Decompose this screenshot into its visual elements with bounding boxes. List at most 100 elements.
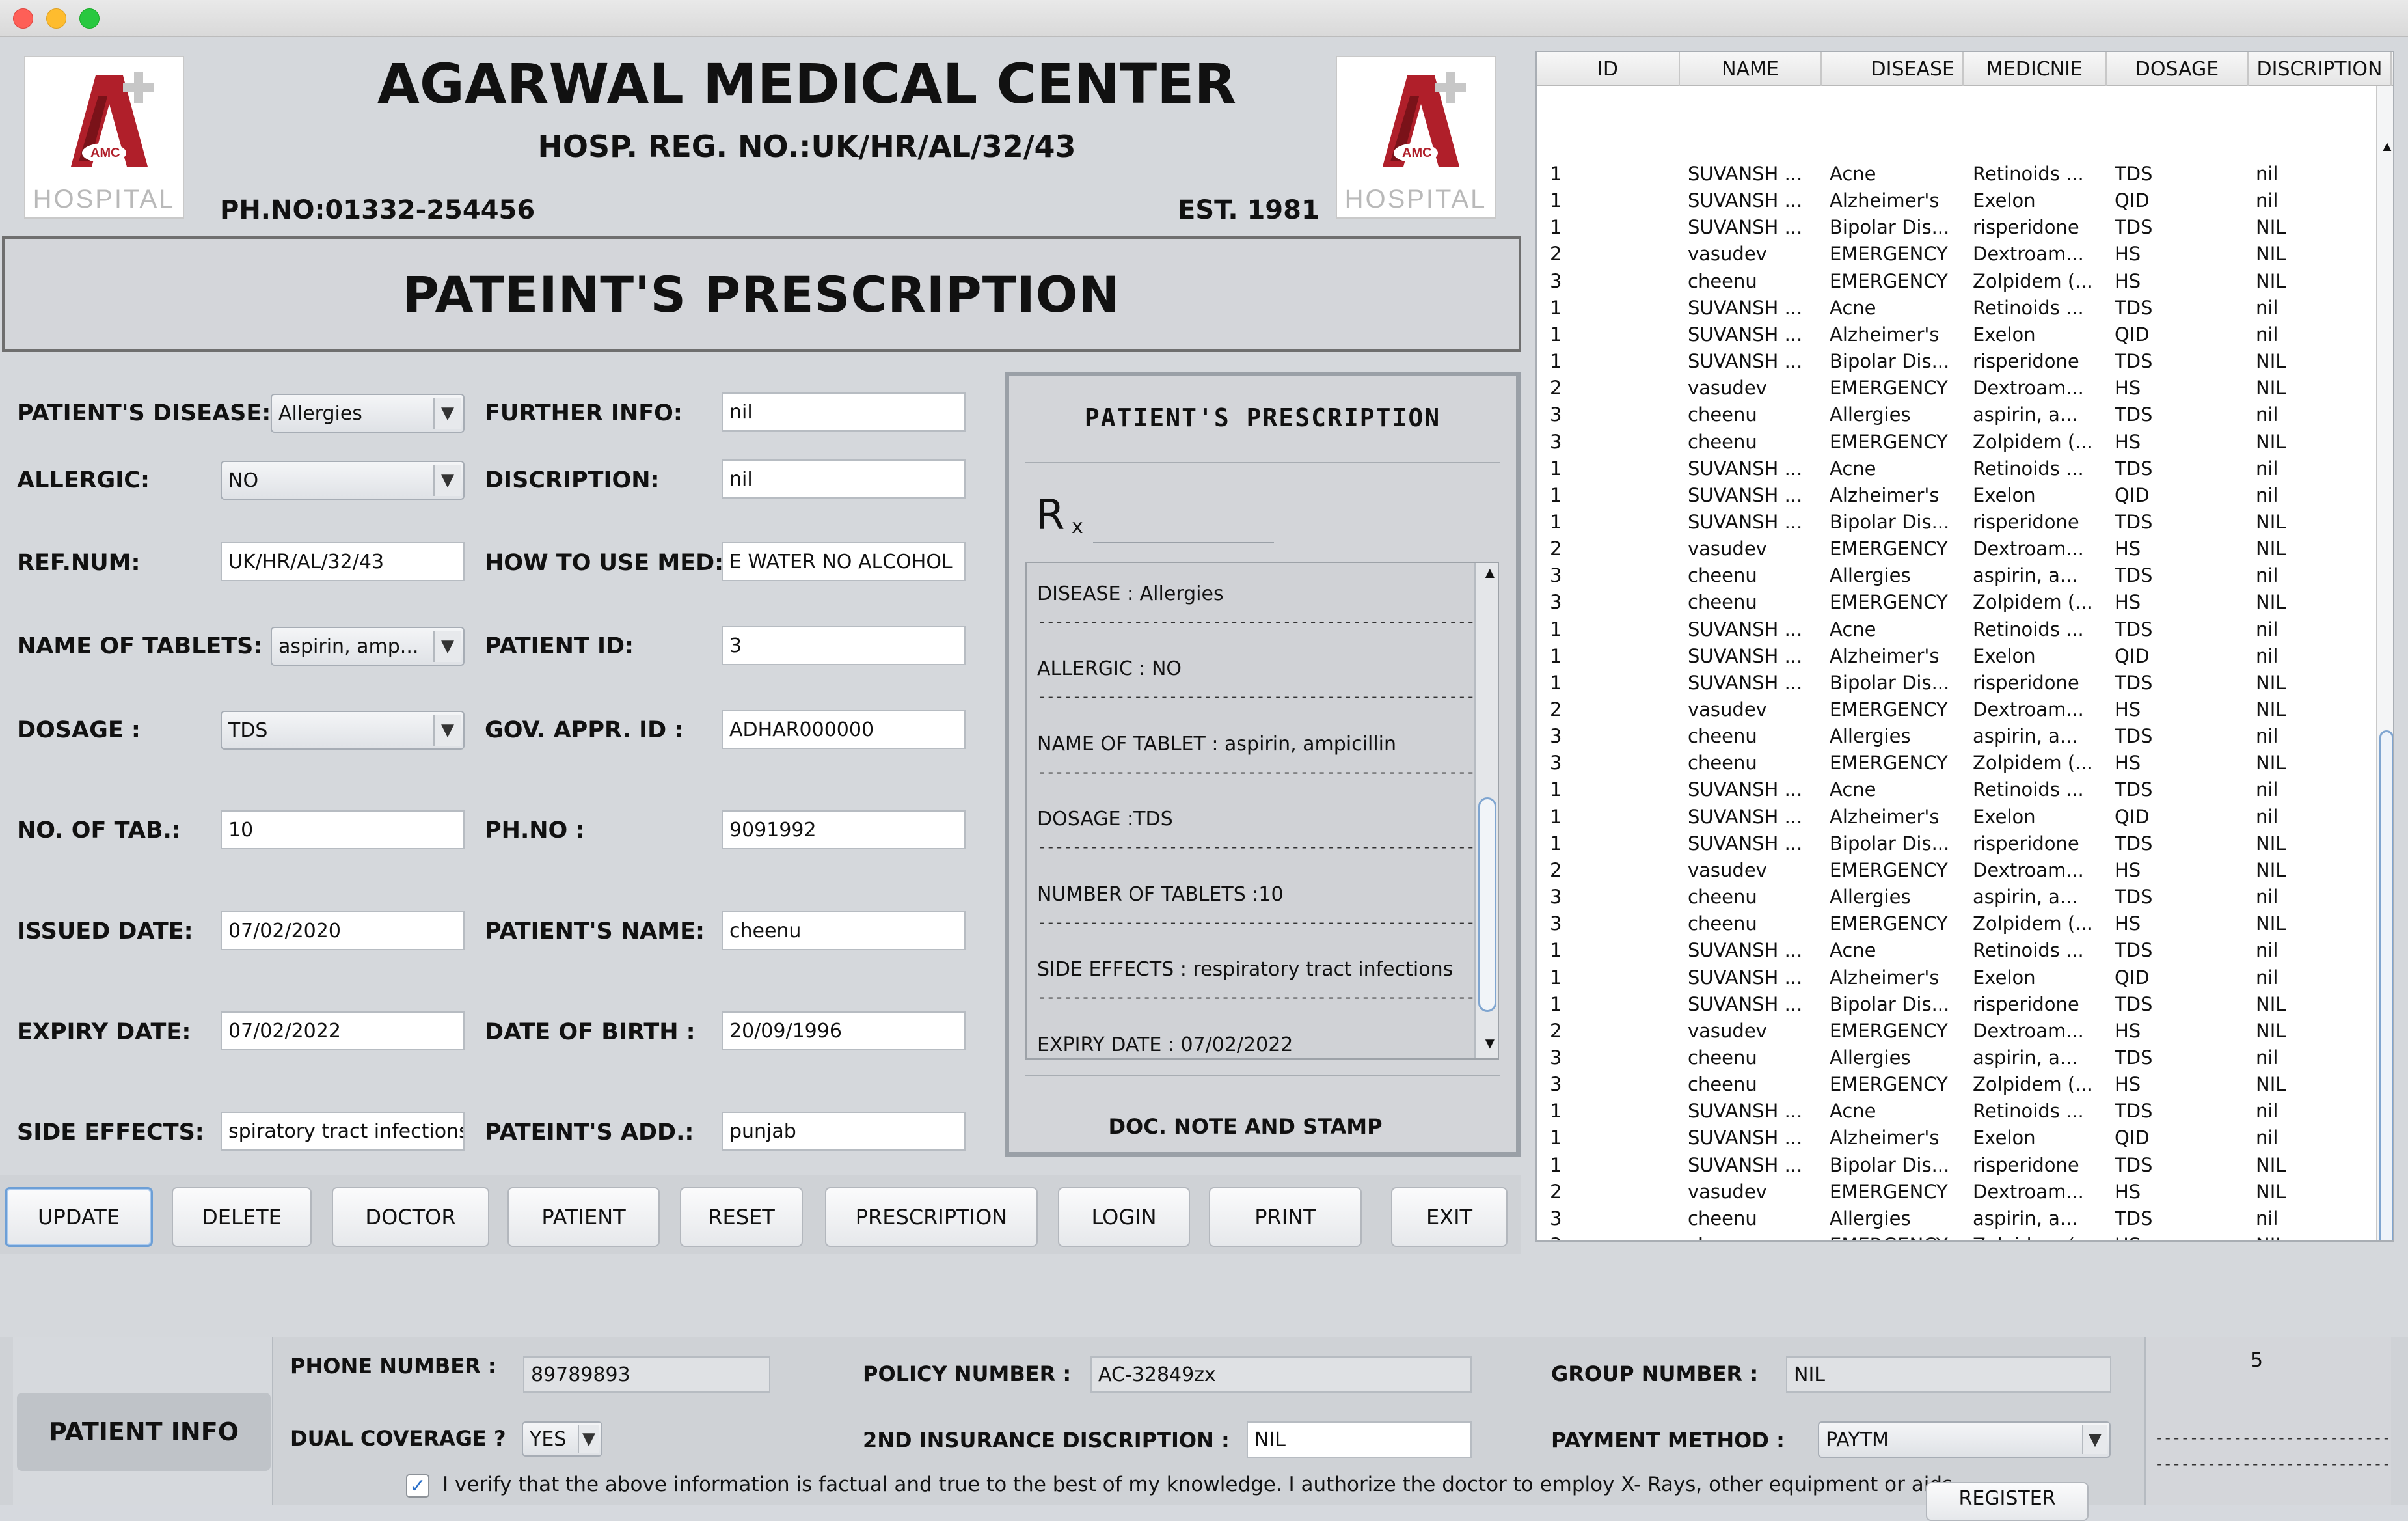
update-button[interactable]: UPDATE bbox=[5, 1187, 153, 1247]
login-button[interactable]: LOGIN bbox=[1058, 1187, 1190, 1247]
how-to-use-field[interactable]: E WATER NO ALCOHOL bbox=[722, 542, 966, 581]
patient-button[interactable]: PATIENT bbox=[507, 1187, 660, 1247]
table-row[interactable]: 1 SUVANSH ... Acne Retinoids ... TDS nil bbox=[1537, 1099, 2383, 1125]
issued-date-field[interactable]: 07/02/2020 bbox=[221, 911, 465, 950]
table-row[interactable]: 3 cheenu EMERGENCY Zolpidem (... HS NIL bbox=[1537, 911, 2383, 938]
patient-disease-select[interactable]: Allergies ▼ bbox=[271, 394, 465, 433]
table-row[interactable]: 3 cheenu EMERGENCY Zolpidem (... HS NIL bbox=[1537, 1072, 2383, 1099]
table-row[interactable]: 2 vasudev EMERGENCY Dextroam... HS NIL bbox=[1537, 1179, 2383, 1206]
table-row[interactable]: 1 SUVANSH ... Alzheimer's Exelon QID nil bbox=[1537, 1125, 2383, 1152]
table-row[interactable]: 3 cheenu Allergies aspirin, a... TDS nil bbox=[1537, 1206, 2383, 1233]
table-row[interactable]: 3 cheenu EMERGENCY Zolpidem (... HS NIL bbox=[1537, 590, 2383, 616]
table-row[interactable]: 1 SUVANSH ... Acne Retinoids ... TDS nil bbox=[1537, 456, 2383, 483]
tablets-select[interactable]: aspirin, amp... ▼ bbox=[271, 627, 465, 666]
dual-coverage-select[interactable]: YES ▼ bbox=[522, 1421, 602, 1457]
discription-field[interactable]: nil bbox=[722, 459, 966, 499]
table-row[interactable]: 1 SUVANSH ... Bipolar Dis... risperidone TDS… bbox=[1537, 670, 2383, 697]
patient-id-field[interactable]: 3 bbox=[722, 626, 966, 665]
table-row[interactable]: 1 SUVANSH ... Alzheimer's Exelon QID nil bbox=[1537, 188, 2383, 215]
table-row[interactable]: 1 SUVANSH ... Acne Retinoids ... TDS nil bbox=[1537, 777, 2383, 804]
table-row[interactable]: 1 SUVANSH ... Bipolar Dis... risperidone TDS… bbox=[1537, 1153, 2383, 1179]
table-row[interactable]: 2 vasudev EMERGENCY Dextroam... HS NIL bbox=[1537, 697, 2383, 724]
table-row[interactable]: 2 vasudev EMERGENCY Dextroam... HS NIL bbox=[1537, 858, 2383, 884]
records-table[interactable]: ID NAME DISEASE MEDICNIE DOSAGE DISCRIPT… bbox=[1535, 51, 2394, 1242]
table-row[interactable]: 2 vasudev EMERGENCY Dextroam... HS NIL bbox=[1537, 1019, 2383, 1045]
dob-field[interactable]: 20/09/1996 bbox=[722, 1011, 966, 1050]
register-button[interactable]: REGISTER bbox=[1926, 1482, 2089, 1521]
column-header-discription[interactable]: DISCRIPTION bbox=[2249, 52, 2392, 86]
table-row[interactable]: 1 SUVANSH ... Acne Retinoids ... TDS nil bbox=[1537, 938, 2383, 965]
group-number-field[interactable]: NIL bbox=[1786, 1356, 2111, 1393]
column-header-id[interactable]: ID bbox=[1537, 52, 1680, 86]
consent-checkbox[interactable]: ✓ bbox=[406, 1474, 429, 1498]
payment-method-select[interactable]: PAYTM ▼ bbox=[1818, 1421, 2111, 1458]
table-row[interactable]: 1 SUVANSH ... Alzheimer's Exelon QID nil bbox=[1537, 804, 2383, 831]
rx-line-disease: DISEASE : Allergies bbox=[1037, 582, 1224, 605]
doctor-button[interactable]: DOCTOR bbox=[332, 1187, 489, 1247]
table-row[interactable]: 1 SUVANSH ... Alzheimer's Exelon QID nil bbox=[1537, 965, 2383, 992]
phone-number-field[interactable]: 89789893 bbox=[523, 1356, 770, 1393]
expiry-date-field[interactable]: 07/02/2022 bbox=[221, 1011, 465, 1050]
second-insurance-field[interactable]: NIL bbox=[1247, 1421, 1472, 1458]
table-scrollbar[interactable]: ▲ ▼ bbox=[2376, 86, 2393, 1240]
delete-button[interactable]: DELETE bbox=[172, 1187, 312, 1247]
table-row[interactable]: 3 cheenu EMERGENCY Zolpidem (... HS NIL bbox=[1537, 430, 2383, 456]
table-cell: HS bbox=[2115, 858, 2141, 881]
exit-button[interactable]: EXIT bbox=[1391, 1187, 1508, 1247]
table-row[interactable]: 3 cheenu Allergies aspirin, a... TDS nil bbox=[1537, 884, 2383, 911]
minimize-window-button[interactable] bbox=[46, 8, 66, 29]
reset-button[interactable]: RESET bbox=[680, 1187, 803, 1247]
no-of-tablets-field[interactable]: 10 bbox=[221, 810, 465, 849]
column-header-medicine[interactable]: MEDICNIE bbox=[1964, 52, 2107, 86]
scroll-down-icon[interactable]: ▼ bbox=[1482, 1035, 1498, 1053]
prescription-button[interactable]: PRESCRIPTION bbox=[825, 1187, 1038, 1247]
table-row[interactable]: 2 vasudev EMERGENCY Dextroam... HS NIL bbox=[1537, 241, 2383, 268]
column-header-name[interactable]: NAME bbox=[1680, 52, 1822, 86]
scroll-up-icon[interactable]: ▲ bbox=[1482, 564, 1498, 582]
column-header-dosage[interactable]: DOSAGE bbox=[2107, 52, 2249, 86]
address-field[interactable]: punjab bbox=[722, 1112, 966, 1151]
table-row[interactable]: 3 cheenu Allergies aspirin, a... TDS nil bbox=[1537, 724, 2383, 750]
rx-scrollbar[interactable]: ▲ ▼ bbox=[1474, 563, 1498, 1058]
scroll-up-icon[interactable]: ▲ bbox=[2380, 138, 2393, 155]
table-row[interactable]: 1 SUVANSH ... Bipolar Dis... risperidone TDS… bbox=[1537, 349, 2383, 376]
table-cell: Exelon bbox=[1973, 323, 2036, 346]
table-row[interactable]: 3 cheenu EMERGENCY Zolpidem (... HS NIL bbox=[1537, 269, 2383, 295]
close-window-button[interactable] bbox=[13, 8, 33, 29]
dosage-select[interactable]: TDS ▼ bbox=[221, 711, 465, 750]
table-row[interactable]: 1 SUVANSH ... Bipolar Dis... risperidone TDS… bbox=[1537, 831, 2383, 858]
table-row[interactable]: 1 SUVANSH ... Acne Retinoids ... TDS nil bbox=[1537, 295, 2383, 322]
gov-id-field[interactable]: ADHAR000000 bbox=[722, 710, 966, 749]
policy-number-field[interactable]: AC-32849zx bbox=[1090, 1356, 1472, 1393]
prescription-text-area[interactable]: DISEASE : Allergies --------------------… bbox=[1025, 562, 1499, 1060]
table-row[interactable]: 1 SUVANSH ... Acne Retinoids ... TDS nil bbox=[1537, 617, 2383, 644]
patient-name-field[interactable]: cheenu bbox=[722, 911, 966, 950]
allergic-select[interactable]: NO ▼ bbox=[221, 461, 465, 500]
print-button[interactable]: PRINT bbox=[1209, 1187, 1362, 1247]
table-row[interactable]: 2 vasudev EMERGENCY Dextroam... HS NIL bbox=[1537, 376, 2383, 402]
further-info-field[interactable]: nil bbox=[722, 392, 966, 432]
table-scroll-thumb[interactable] bbox=[2379, 730, 2393, 1240]
table-row[interactable]: 2 vasudev EMERGENCY Dextroam... HS NIL bbox=[1537, 536, 2383, 563]
table-row[interactable]: 1 SUVANSH ... Bipolar Dis... risperidone TDS… bbox=[1537, 992, 2383, 1019]
table-row[interactable]: 3 cheenu EMERGENCY Zolpidem (... HS NIL bbox=[1537, 1233, 2383, 1240]
rx-scroll-thumb[interactable] bbox=[1478, 797, 1496, 1012]
table-row[interactable]: 1 SUVANSH ... Bipolar Dis... risperidone TDS… bbox=[1537, 510, 2383, 536]
table-row[interactable]: 3 cheenu Allergies aspirin, a... TDS nil bbox=[1537, 563, 2383, 590]
table-row[interactable]: 1 SUVANSH ... Alzheimer's Exelon QID nil bbox=[1537, 322, 2383, 349]
column-header-disease[interactable]: DISEASE bbox=[1822, 52, 1964, 86]
table-cell: TDS bbox=[2115, 457, 2153, 480]
table-row[interactable]: 3 cheenu Allergies aspirin, a... TDS nil bbox=[1537, 1045, 2383, 1072]
table-row[interactable]: 1 SUVANSH ... Alzheimer's Exelon QID nil bbox=[1537, 483, 2383, 510]
table-row[interactable]: 3 cheenu Allergies aspirin, a... TDS nil bbox=[1537, 402, 2383, 429]
table-row[interactable]: 1 SUVANSH ... Alzheimer's Exelon QID nil bbox=[1537, 644, 2383, 670]
table-row[interactable]: 3 cheenu EMERGENCY Zolpidem (... HS NIL bbox=[1537, 750, 2383, 777]
maximize-window-button[interactable] bbox=[79, 8, 100, 29]
ref-num-field[interactable]: UK/HR/AL/32/43 bbox=[221, 542, 465, 581]
side-effects-field[interactable]: spiratory tract infections bbox=[221, 1112, 465, 1151]
phone-field[interactable]: 9091992 bbox=[722, 810, 966, 849]
table-cell: EMERGENCY bbox=[1830, 269, 1948, 292]
table-row[interactable]: 1 SUVANSH ... Acne Retinoids ... TDS nil bbox=[1537, 161, 2383, 188]
table-row[interactable]: 1 SUVANSH ... Bipolar Dis... risperidone TDS… bbox=[1537, 215, 2383, 241]
patient-info-tab[interactable]: PATIENT INFO bbox=[17, 1393, 271, 1471]
